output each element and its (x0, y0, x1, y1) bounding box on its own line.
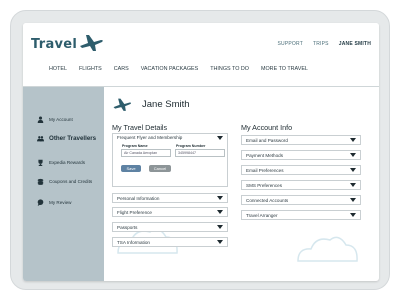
logo-text: Travel (31, 36, 78, 52)
chevron-down-icon (217, 210, 223, 214)
account-sidebar: My Account Other Travellers Expedia Rewa… (23, 87, 104, 281)
sidebar-item-label: My Review (49, 200, 72, 205)
save-button[interactable]: Save (121, 165, 141, 172)
accordion-label: Email and Password (246, 137, 288, 143)
sidebar-item-other-travellers[interactable]: Other Travellers (37, 135, 96, 142)
cancel-button[interactable]: Cancel (149, 165, 171, 172)
coins-icon (37, 178, 44, 185)
trips-link[interactable]: TRIPS (313, 41, 329, 47)
program-name-input[interactable] (121, 149, 171, 157)
airplane-icon (80, 35, 103, 51)
travel-details-title: My Travel Details (112, 123, 168, 132)
accordion-tsa-information[interactable]: TSA Information (112, 237, 228, 247)
program-name-label: Program Name (122, 144, 148, 148)
accordion-connected-accounts[interactable]: Connected Accounts (241, 195, 361, 205)
accordion-email-and-password[interactable]: Email and Password (241, 135, 361, 145)
chevron-down-icon (350, 168, 356, 172)
accordion-label: SMS Preferences (246, 182, 282, 188)
accordion-label: Connected Accounts (246, 197, 289, 203)
sidebar-item-expedia-rewards[interactable]: Expedia Rewards (37, 159, 85, 166)
main-content: Jane Smith My Travel Details Frequent Fl… (104, 87, 379, 281)
accordion-travel-arranger[interactable]: Travel Arranger (241, 210, 361, 220)
sidebar-item-my-review[interactable]: My Review (37, 199, 71, 206)
sidebar-item-label: My Account (49, 117, 73, 122)
site-logo[interactable]: Travel (31, 33, 104, 55)
sidebar-item-label: Other Travellers (49, 135, 97, 142)
app-window: Travel SUPPORT TRIPS JANE SMITH HOTEL FL… (23, 23, 379, 281)
airplane-avatar-icon (113, 98, 132, 111)
chat-icon (37, 199, 44, 206)
nav-more-to-travel[interactable]: MORE TO TRAVEL (255, 66, 314, 72)
accordion-personal-information[interactable]: Personal Information (112, 193, 228, 203)
accordion-passports[interactable]: Passports (112, 222, 228, 232)
person-icon (37, 116, 44, 123)
accordion-label: Frequent Flyer and Membership (117, 135, 183, 140)
chevron-down-icon (350, 213, 356, 217)
chevron-down-icon (350, 138, 356, 142)
chevron-down-icon (350, 153, 356, 157)
site-header: Travel SUPPORT TRIPS JANE SMITH HOTEL FL… (23, 23, 379, 87)
support-link[interactable]: SUPPORT (278, 41, 303, 47)
profile-header: Jane Smith (112, 96, 190, 112)
profile-name: Jane Smith (142, 98, 190, 110)
account-info-title: My Account Info (241, 123, 293, 132)
sidebar-item-my-account[interactable]: My Account (37, 116, 73, 123)
sidebar-item-label: Expedia Rewards (49, 160, 86, 165)
chevron-down-icon (350, 183, 356, 187)
sidebar-item-label: Coupons and Credits (49, 179, 93, 184)
trophy-icon (38, 159, 43, 166)
device-frame: Travel SUPPORT TRIPS JANE SMITH HOTEL FL… (10, 10, 390, 290)
user-menu-link[interactable]: JANE SMITH (339, 41, 371, 47)
program-number-label: Program Number (176, 144, 206, 148)
accordion-label: Personal Information (117, 195, 160, 201)
accordion-payment-methods[interactable]: Payment Methods (241, 150, 361, 160)
nav-hotel[interactable]: HOTEL (43, 66, 73, 72)
chevron-down-icon (350, 198, 356, 202)
nav-flights[interactable]: FLIGHTS (73, 66, 108, 72)
accordion-label: TSA Information (117, 239, 150, 245)
chevron-down-icon (217, 196, 223, 200)
nav-things-to-do[interactable]: THINGS TO DO (204, 66, 255, 72)
accordion-label: Email Preferences (246, 167, 284, 173)
sidebar-item-coupons-and-credits[interactable]: Coupons and Credits (37, 178, 92, 185)
nav-vacation-packages[interactable]: VACATION PACKAGES (135, 66, 205, 72)
accordion-label: Flight Preference (117, 209, 152, 215)
chevron-down-icon (217, 135, 223, 140)
frequent-flyer-panel: Program Name Program Number Save Cancel (112, 141, 228, 187)
chevron-down-icon (217, 225, 223, 229)
accordion-email-preferences[interactable]: Email Preferences (241, 165, 361, 175)
program-number-input[interactable] (175, 149, 225, 157)
chevron-down-icon (217, 240, 223, 244)
accordion-label: Travel Arranger (246, 212, 278, 218)
nav-cars[interactable]: CARS (108, 66, 135, 72)
people-icon (37, 136, 44, 142)
accordion-flight-preference[interactable]: Flight Preference (112, 207, 228, 217)
accordion-label: Passports (117, 224, 138, 230)
accordion-sms-preferences[interactable]: SMS Preferences (241, 180, 361, 190)
main-nav: HOTEL FLIGHTS CARS VACATION PACKAGES THI… (43, 66, 314, 72)
utility-nav: SUPPORT TRIPS JANE SMITH (278, 41, 372, 47)
accordion-label: Payment Methods (246, 152, 284, 158)
